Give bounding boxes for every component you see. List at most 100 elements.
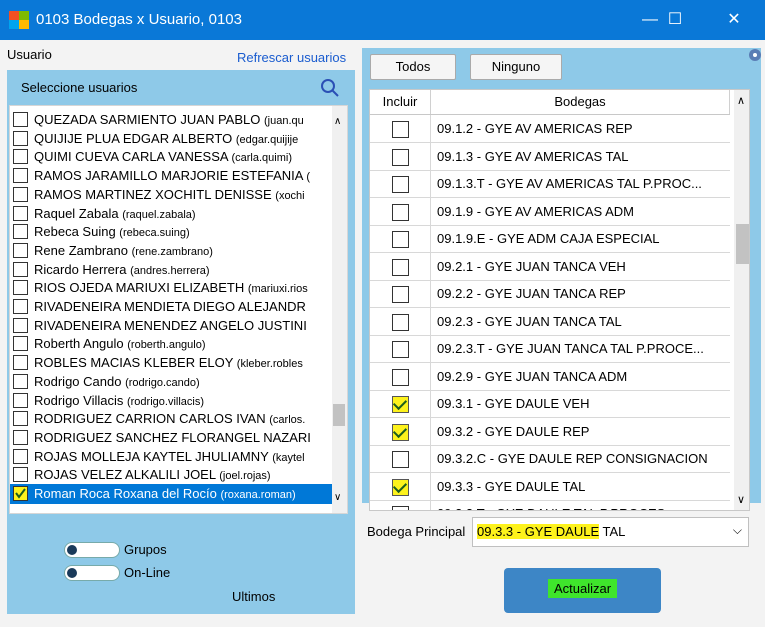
user-checkbox[interactable] [13, 242, 28, 258]
user-checkbox[interactable] [13, 411, 28, 427]
user-list-item[interactable]: Raquel Zabala (raquel.zabala) [10, 204, 332, 224]
user-checkbox[interactable] [13, 280, 28, 296]
chevron-down-icon[interactable]: ⌵ [733, 523, 742, 538]
include-checkbox[interactable] [392, 368, 409, 386]
user-checkbox[interactable] [13, 168, 28, 184]
user-list-item[interactable]: Roberth Angulo (roberth.angulo) [10, 334, 332, 354]
user-checkbox[interactable] [13, 112, 28, 127]
bodega-row[interactable]: 09.2.3 - GYE JUAN TANCA TAL [370, 307, 730, 336]
user-checkbox[interactable] [13, 467, 28, 483]
grid-scroll-thumb[interactable] [736, 224, 749, 264]
include-checkbox[interactable] [392, 451, 409, 468]
user-list-item[interactable]: RIVADENEIRA MENENDEZ ANGELO JUSTINI [10, 316, 332, 336]
grid-scrollbar[interactable]: ∧ ∨ [734, 90, 749, 510]
bodega-row[interactable]: 09.3.2.C - GYE DAULE REP CONSIGNACION [370, 445, 730, 473]
user-list-item[interactable]: RAMOS JARAMILLO MARJORIE ESTEFANIA ( [10, 166, 332, 186]
bodega-row[interactable]: 09.3.3 - GYE DAULE TAL [370, 472, 730, 501]
scroll-up-icon[interactable]: ∧ [334, 116, 341, 127]
user-list-item[interactable]: RAMOS MARTINEZ XOCHITL DENISSE (xochi [10, 185, 332, 205]
user-list-item[interactable]: RODRIGUEZ CARRION CARLOS IVAN (carlos. [10, 409, 332, 429]
include-checkbox[interactable] [392, 286, 409, 303]
user-list-item[interactable]: Ricardo Herrera (andres.herrera) [10, 260, 332, 280]
include-checkbox[interactable] [392, 203, 409, 221]
user-list-item[interactable]: Rebeca Suing (rebeca.suing) [10, 222, 332, 242]
user-list-item[interactable]: QUIJIJE PLUA EDGAR ALBERTO (edgar.quijij… [10, 129, 332, 149]
include-checkbox[interactable] [392, 396, 409, 413]
grid-scroll-up-icon[interactable]: ∧ [737, 94, 745, 107]
include-checkbox[interactable] [392, 231, 409, 248]
user-checkbox[interactable] [13, 373, 28, 389]
user-list-item[interactable]: QUIMI CUEVA CARLA VANESSA (carla.quimi) [10, 147, 332, 167]
users-list-scrollbar[interactable]: ∧ ∨ [332, 106, 347, 513]
user-list-item[interactable]: ROBLES MACIAS KLEBER ELOY (kleber.robles [10, 353, 332, 373]
user-checkbox[interactable] [13, 392, 28, 408]
user-list-item[interactable]: Rodrigo Villacis (rodrigo.villacis) [10, 391, 332, 411]
user-checkbox[interactable] [13, 299, 28, 314]
online-toggle[interactable] [64, 565, 120, 581]
principal-select[interactable]: 09.3.3 - GYE DAULE TAL ⌵ [472, 517, 749, 547]
scroll-down-icon[interactable]: ∨ [334, 492, 341, 503]
help-icon[interactable] [748, 48, 762, 62]
select-none-button[interactable]: Ninguno [470, 54, 562, 80]
grid-scroll-down-icon[interactable]: ∨ [737, 493, 745, 506]
groups-toggle[interactable] [64, 542, 120, 558]
users-list[interactable]: QUEZADA SARMIENTO JUAN PABLO (juan.qu QUI… [9, 105, 348, 514]
include-checkbox[interactable] [392, 258, 409, 276]
bodega-row[interactable]: 09.2.3.T - GYE JUAN TANCA TAL P.PROCE... [370, 335, 730, 363]
search-icon[interactable] [320, 78, 340, 98]
bodega-row[interactable]: 09.3.3.T - GYE DAULE TAL P.PROCES... [370, 500, 730, 510]
user-checkbox[interactable] [13, 429, 28, 445]
user-checkbox[interactable] [13, 186, 28, 202]
bodega-row[interactable]: 09.3.2 - GYE DAULE REP [370, 417, 730, 446]
user-label: QUIJIJE PLUA EDGAR ALBERTO (edgar.quijij… [34, 131, 298, 146]
include-checkbox[interactable] [392, 423, 409, 441]
bodega-row[interactable]: 09.2.1 - GYE JUAN TANCA VEH [370, 252, 730, 281]
user-checkbox[interactable] [13, 336, 28, 352]
user-checkbox[interactable] [13, 130, 28, 146]
bodega-row[interactable]: 09.1.3 - GYE AV AMERICAS TAL [370, 142, 730, 171]
include-checkbox[interactable] [392, 148, 409, 166]
bodega-row[interactable]: 09.1.9.E - GYE ADM CAJA ESPECIAL [370, 225, 730, 253]
include-checkbox[interactable] [392, 313, 409, 331]
ultimos-label[interactable]: Ultimos [232, 589, 275, 604]
bodega-row[interactable]: 09.1.2 - GYE AV AMERICAS REP [370, 115, 730, 143]
user-list-item[interactable]: ROJAS VELEZ ALKALILI JOEL (joel.rojas) [10, 465, 332, 485]
user-checkbox[interactable] [13, 205, 28, 221]
scroll-thumb[interactable] [333, 404, 345, 426]
user-list-item[interactable]: Rene Zambrano (rene.zambrano) [10, 241, 332, 261]
bodega-row[interactable]: 09.2.2 - GYE JUAN TANCA REP [370, 280, 730, 308]
include-checkbox[interactable] [392, 506, 409, 510]
include-checkbox[interactable] [392, 341, 409, 358]
close-button[interactable]: ✕ [711, 0, 757, 40]
user-list-item[interactable]: RIVADENEIRA MENDIETA DIEGO ALEJANDR [10, 297, 332, 317]
user-checkbox[interactable] [13, 317, 28, 333]
user-checkbox[interactable] [13, 486, 28, 501]
bodega-row[interactable]: 09.1.9 - GYE AV AMERICAS ADM [370, 197, 730, 226]
bodegas-grid[interactable]: Incluir Bodegas 09.1.2 - GYE AV AMERICAS… [369, 89, 750, 511]
user-checkbox[interactable] [13, 149, 28, 165]
maximize-button[interactable]: ☐ [652, 0, 698, 40]
include-checkbox[interactable] [392, 121, 409, 138]
bodega-row[interactable]: 09.3.1 - GYE DAULE VEH [370, 390, 730, 418]
select-all-button[interactable]: Todos [370, 54, 456, 80]
user-checkbox[interactable] [13, 448, 28, 464]
user-checkbox[interactable] [13, 224, 28, 240]
update-button[interactable]: Actualizar [504, 568, 661, 613]
include-checkbox[interactable] [392, 176, 409, 193]
user-list-item[interactable]: RIOS OJEDA MARIUXI ELIZABETH (mariuxi.ri… [10, 278, 332, 298]
user-list-item[interactable]: Rodrigo Cando (rodrigo.cando) [10, 372, 332, 392]
user-list-item[interactable]: ROJAS MOLLEJA KAYTEL JHULIAMNY (kaytel [10, 447, 332, 467]
user-list-item[interactable]: QUEZADA SARMIENTO JUAN PABLO (juan.qu [10, 110, 332, 130]
users-search-header[interactable]: Seleccione usuarios [15, 78, 345, 98]
col-include[interactable]: Incluir [370, 90, 431, 114]
user-name: RIVADENEIRA MENDIETA DIEGO ALEJANDR [34, 299, 306, 314]
bodega-row[interactable]: 09.2.9 - GYE JUAN TANCA ADM [370, 362, 730, 391]
user-list-item[interactable]: Roman Roca Roxana del Rocío (roxana.roma… [10, 484, 332, 504]
user-checkbox[interactable] [13, 261, 28, 277]
user-checkbox[interactable] [13, 355, 28, 371]
refresh-users-link[interactable]: Refrescar usuarios [237, 50, 346, 65]
user-list-item[interactable]: RODRIGUEZ SANCHEZ FLORANGEL NAZARI [10, 428, 332, 448]
bodega-row[interactable]: 09.1.3.T - GYE AV AMERICAS TAL P.PROC... [370, 170, 730, 198]
include-checkbox[interactable] [392, 478, 409, 496]
col-bodegas[interactable]: Bodegas [431, 90, 730, 114]
